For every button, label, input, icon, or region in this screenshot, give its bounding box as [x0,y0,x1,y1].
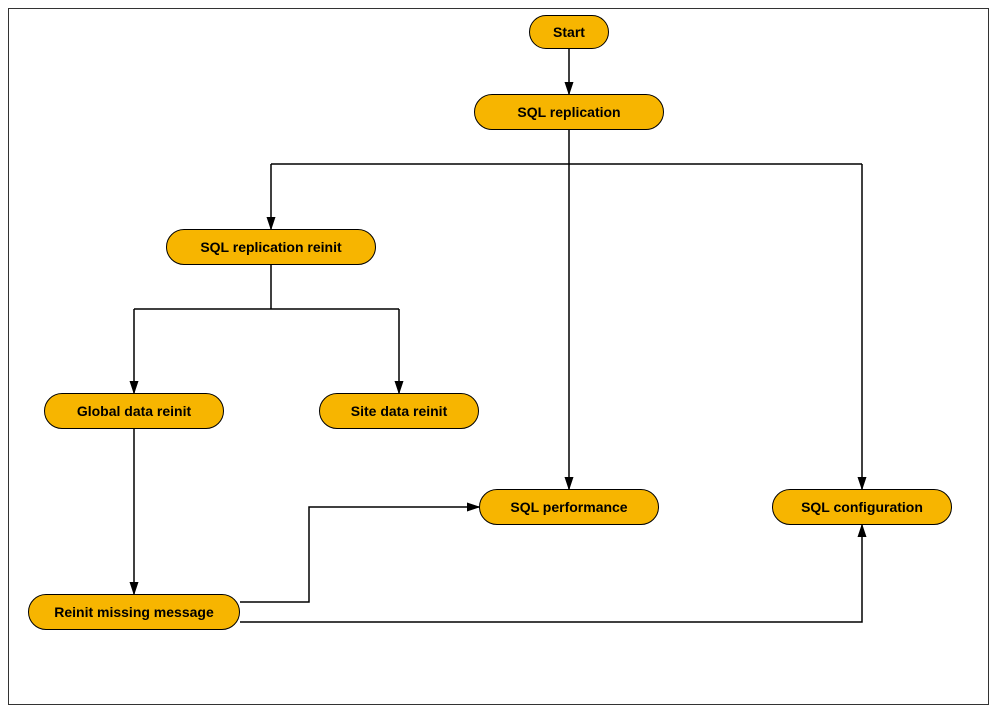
node-label: Start [553,24,585,40]
node-global-data-reinit: Global data reinit [44,393,224,429]
node-label: Reinit missing message [54,604,214,620]
edge-reinit-branch-bar [134,265,399,309]
node-sql-configuration: SQL configuration [772,489,952,525]
node-start: Start [529,15,609,49]
edge-missing-to-perf [240,507,479,602]
node-sql-replication-reinit: SQL replication reinit [166,229,376,265]
node-label: SQL replication reinit [200,239,341,255]
node-label: Global data reinit [77,403,191,419]
node-reinit-missing-message: Reinit missing message [28,594,240,630]
node-label: SQL configuration [801,499,923,515]
diagram-canvas: Start SQL replication SQL replication re… [8,8,989,705]
edge-replication-branch-bar [271,130,862,164]
node-label: Site data reinit [351,403,447,419]
edge-missing-to-config [240,525,862,622]
node-sql-replication: SQL replication [474,94,664,130]
node-label: SQL performance [510,499,627,515]
node-label: SQL replication [517,104,620,120]
node-sql-performance: SQL performance [479,489,659,525]
node-site-data-reinit: Site data reinit [319,393,479,429]
